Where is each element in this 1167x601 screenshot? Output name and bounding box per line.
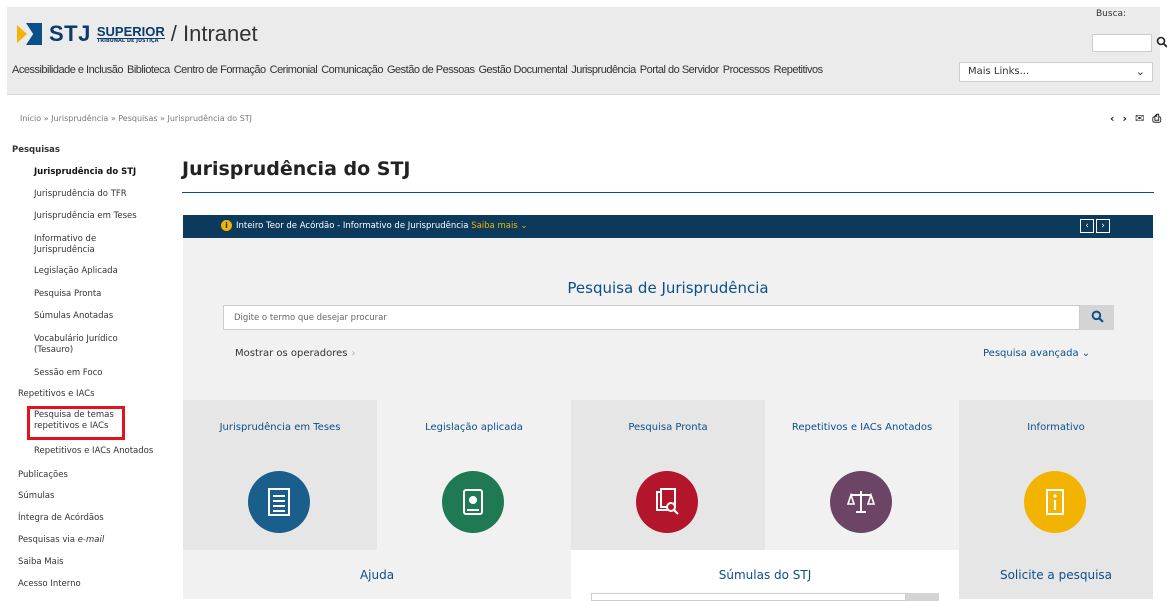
mais-links-value: Mais Links... [968, 66, 1030, 77]
breadcrumb[interactable]: Início » Jurisprudência » Pesquisas » Ju… [20, 114, 252, 123]
tile-jurisprudencia-teses[interactable]: Jurisprudência em Teses [183, 400, 377, 550]
nav-link-acessibilidade[interactable]: Acessibilidade e Inclusão [12, 64, 124, 76]
document-icon [248, 471, 310, 533]
chevron-down-icon: ⌄ [1135, 65, 1145, 78]
tile-label: Repetitivos e IACs Anotados [791, 422, 933, 433]
banner-prev-button[interactable]: ‹ [1080, 219, 1094, 233]
sumulas-search-input[interactable] [591, 593, 906, 601]
tile-legislacao-aplicada[interactable]: Legislação aplicada [377, 400, 571, 550]
nav-link-comunicacao[interactable]: Comunicação [321, 64, 383, 76]
sidebar-item-pesquisas-email-text: Pesquisas via [18, 535, 78, 545]
tile-informativo[interactable]: Informativo [959, 400, 1153, 550]
page-tools: ‹ › ✉ ⎙ [1110, 112, 1161, 126]
nav-link-cerimonial[interactable]: Cerimonial [270, 64, 318, 76]
sidebar-item-vocabulario-line2[interactable]: (Tesauro) [34, 345, 73, 355]
sidebar-item-email-italic: e-mail [77, 535, 105, 545]
sidebar-item-informativo-line1[interactable]: Informativo de [34, 234, 96, 244]
previous-page-icon[interactable]: ‹ [1110, 112, 1115, 126]
tile-repetitivos-anotados[interactable]: Repetitivos e IACs Anotados [765, 400, 959, 550]
sidebar-heading-pesquisas[interactable]: Pesquisas [12, 145, 60, 155]
print-icon[interactable]: ⎙ [1152, 112, 1161, 126]
sidebar-item-repetitivos-anotados[interactable]: Repetitivos e IACs Anotados [34, 446, 153, 456]
sidebar-item-sumulas[interactable]: Súmulas [18, 491, 54, 501]
page-title: Jurisprudência do STJ [182, 158, 411, 180]
banner-saiba-mais-link[interactable]: Saiba mais ⌄ [471, 221, 527, 231]
header-bar: STJ SUPERIOR TRIBUNAL DE JUSTIÇA / Intra… [7, 7, 1167, 95]
nav-link-gestao-documental[interactable]: Gestão Documental [478, 64, 567, 76]
info-icon [1024, 471, 1086, 533]
banner-text-main: Inteiro Teor de Acórdão - Informativo de… [236, 221, 472, 231]
next-page-icon[interactable]: › [1123, 112, 1128, 126]
sidebar-item-sessao-foco[interactable]: Sessão em Foco [34, 368, 102, 378]
sumulas-label: Súmulas do STJ [718, 568, 812, 582]
email-icon[interactable]: ✉ [1135, 112, 1144, 126]
banner-arrows: ‹ › [1080, 219, 1110, 233]
ajuda-label: Ajuda [359, 568, 395, 582]
chevron-right-icon: › [351, 348, 356, 359]
search-icon [1091, 308, 1104, 327]
highlight-box [27, 406, 125, 440]
banner-text: Inteiro Teor de Acórdão - Informativo de… [236, 221, 528, 231]
scales-icon [830, 471, 892, 533]
sidebar-item-sumulas-anotadas[interactable]: Súmulas Anotadas [34, 311, 113, 321]
search-icon[interactable] [1156, 36, 1167, 48]
tile-solicite-pesquisa[interactable]: Solicite a pesquisa [959, 550, 1153, 599]
stj-logo[interactable]: STJ SUPERIOR TRIBUNAL DE JUSTIÇA / Intra… [17, 19, 258, 49]
nav-link-centro-formacao[interactable]: Centro de Formação [174, 64, 266, 76]
solicite-label: Solicite a pesquisa [999, 568, 1113, 582]
sidebar-item-pesquisas-email[interactable]: Pesquisas via e-mail [18, 535, 104, 545]
info-icon: i [221, 220, 232, 231]
sidebar-item-repetitivos-iacs[interactable]: Repetitivos e IACs [18, 389, 95, 399]
nav-link-biblioteca[interactable]: Biblioteca [127, 64, 170, 76]
documents-search-icon [636, 471, 698, 533]
tile-label: Pesquisa Pronta [628, 422, 708, 433]
nav-link-processos[interactable]: Processos [723, 64, 770, 76]
book-icon [442, 471, 504, 533]
pesquisa-avancada-link[interactable]: Pesquisa avançada ⌄ [983, 348, 1090, 359]
tile-pesquisa-pronta[interactable]: Pesquisa Pronta [571, 400, 765, 550]
sidebar-item-jurisprudencia-stj[interactable]: Jurisprudência do STJ [34, 167, 136, 177]
nav-link-repetitivos[interactable]: Repetitivos [774, 64, 823, 76]
sidebar-item-pesquisa-pronta[interactable]: Pesquisa Pronta [34, 289, 101, 299]
tile-label: Informativo [1027, 422, 1085, 433]
busca-input[interactable] [1092, 34, 1152, 52]
tile-label: Jurisprudência em Teses [219, 422, 341, 433]
nav-link-portal-servidor[interactable]: Portal do Servidor [640, 64, 720, 76]
site-title: / Intranet [170, 21, 258, 46]
logo-stj-text: STJ [49, 21, 91, 46]
announcement-banner: i Inteiro Teor de Acórdão - Informativo … [183, 215, 1153, 238]
mais-links-select[interactable]: Mais Links... ⌄ [959, 62, 1153, 82]
logo-superior: SUPERIOR TRIBUNAL DE JUSTIÇA [96, 23, 165, 44]
busca-label: Busca: [1096, 9, 1127, 19]
sidebar-item-saiba-mais[interactable]: Saiba Mais [18, 557, 64, 567]
search-title: Pesquisa de Jurisprudência [567, 279, 769, 297]
sidebar-item-publicacoes[interactable]: Publicações [18, 470, 68, 480]
tile-sumulas-stj: Súmulas do STJ [571, 550, 959, 601]
sidebar-item-integra-acordaos[interactable]: Íntegra de Acórdãos [18, 513, 104, 523]
tile-ajuda[interactable]: Ajuda [183, 550, 571, 599]
mostrar-operadores-link[interactable]: Mostrar os operadores › [235, 348, 356, 359]
nav-link-gestao-pessoas[interactable]: Gestão de Pessoas [387, 64, 475, 76]
banner-next-button[interactable]: › [1096, 219, 1110, 233]
search-input[interactable]: Digite o termo que desejar procurar [223, 305, 1080, 330]
top-navigation: Acessibilidade e Inclusão Biblioteca Cen… [12, 64, 827, 76]
mostrar-operadores-text: Mostrar os operadores [235, 348, 348, 359]
title-divider [182, 192, 1154, 193]
tile-label: Legislação aplicada [425, 422, 523, 433]
logo-tribunal-text: TRIBUNAL DE JUSTIÇA [96, 37, 159, 44]
stj-logo-mark [17, 23, 43, 45]
sidebar-item-acesso-interno[interactable]: Acesso Interno [18, 579, 81, 589]
nav-link-jurisprudencia[interactable]: Jurisprudência [571, 64, 636, 76]
sidebar-item-jurisprudencia-teses[interactable]: Jurisprudência em Teses [34, 211, 137, 221]
search-panel: Pesquisa de Jurisprudência Digite o term… [183, 238, 1153, 400]
logo-superior-text: SUPERIOR [96, 23, 165, 39]
search-button[interactable] [1080, 305, 1114, 330]
sidebar-item-vocabulario-line1[interactable]: Vocabulário Jurídico [34, 334, 118, 344]
sumulas-search-button[interactable] [906, 593, 939, 601]
sidebar-item-informativo-line2[interactable]: Jurisprudência [34, 245, 95, 255]
sidebar-item-legislacao-aplicada[interactable]: Legislação Aplicada [34, 266, 118, 276]
sidebar-item-jurisprudencia-tfr[interactable]: Jurisprudência do TFR [34, 189, 127, 199]
